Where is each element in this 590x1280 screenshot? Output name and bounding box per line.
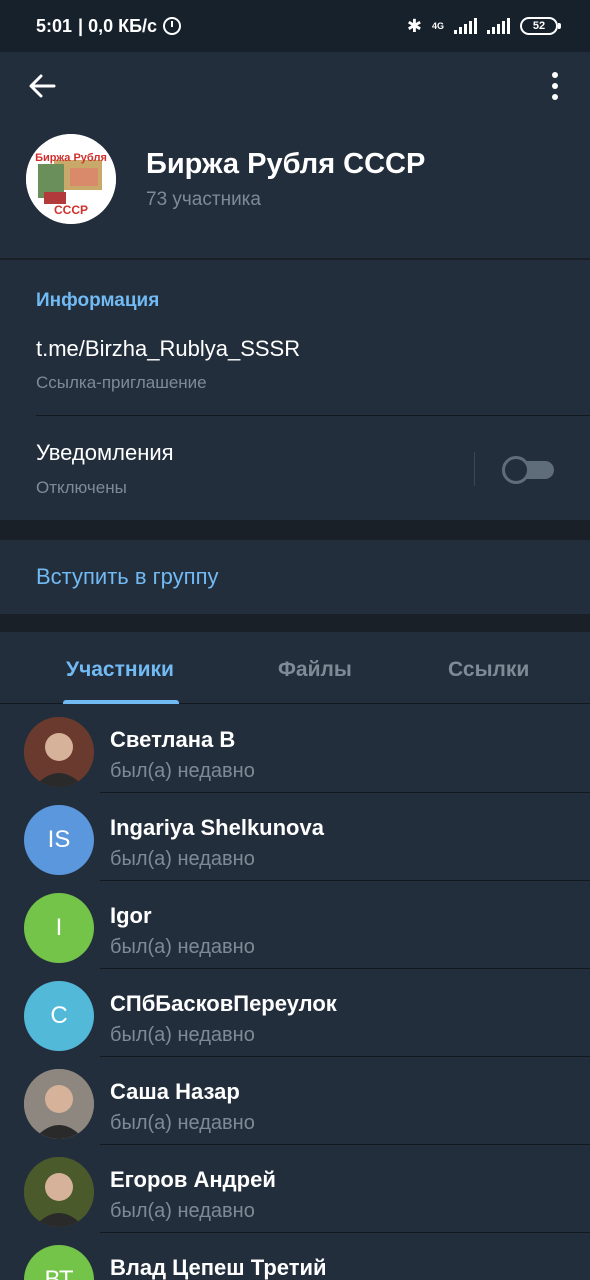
status-bar: 5:01 | 0,0 КБ/с ✱ 4G 52 [0,0,590,52]
member-row[interactable]: ВТВлад Цепеш Третийбыл(а) недавно [0,1233,590,1280]
invite-link-caption: Ссылка-приглашение [36,373,207,392]
tab-members[interactable]: Участники [66,658,174,682]
member-name: Igor [110,903,152,928]
notifications-label[interactable]: Уведомления [36,440,174,466]
member-avatar [24,717,94,787]
member-last-seen: был(а) недавно [110,936,255,958]
member-name: Егоров Андрей [110,1167,276,1192]
more-options-icon[interactable] [540,66,570,106]
member-name: Саша Назар [110,1079,240,1104]
member-avatar: I [24,893,94,963]
battery-icon: 52 [520,17,561,35]
info-section: Информация t.me/Birzha_Rublya_SSSR Ссылк… [0,260,590,520]
member-count: 73 участника [146,189,261,210]
divider [36,415,590,416]
member-last-seen: был(а) недавно [110,848,255,870]
member-name: Ingariya Shelkunova [110,815,324,840]
back-arrow-icon[interactable] [22,66,62,106]
tab-links[interactable]: Ссылки [448,658,529,682]
bluetooth-icon: ✱ [406,15,422,36]
tab-files[interactable]: Файлы [278,658,352,682]
member-initials: C [50,1002,68,1029]
member-initials: I [55,914,63,941]
profile-header: Биржа Рубля СССР Биржа Рубля СССР 73 уча… [0,52,590,258]
member-row[interactable]: Саша Назар был(а) недавно [0,1057,590,1145]
member-avatar: IS [24,805,94,875]
member-last-seen: был(а) недавно [110,1024,255,1046]
member-avatar: C [24,981,94,1051]
member-last-seen: был(а) недавно [110,1112,255,1134]
member-name: СПбБасковПереулок [110,991,337,1016]
signal-icon [454,18,477,34]
member-row[interactable]: Светлана В был(а) недавно [0,705,590,793]
member-avatar: ВТ [24,1245,94,1280]
member-initials: IS [47,826,71,853]
avatar-text-bottom: СССР [54,203,88,217]
member-name: Влад Цепеш Третий [110,1255,327,1280]
join-group-button[interactable]: Вступить в группу [36,564,219,590]
member-avatar [24,1157,94,1227]
notifications-status: Отключены [36,478,127,497]
avatar-text-top: Биржа Рубля [35,152,107,164]
member-row[interactable]: C СПбБасковПереулок был(а) недавно [0,969,590,1057]
vertical-divider [474,452,475,486]
member-row[interactable]: I Igor был(а) недавно [0,881,590,969]
signal-icon-2 [487,18,510,34]
members-section: Участники Файлы Ссылки Светлана В был(а) … [0,632,590,1280]
member-row[interactable]: Егоров Андрей был(а) недавно [0,1145,590,1233]
join-section: Вступить в группу [0,540,590,614]
member-initials: ВТ [44,1266,74,1280]
member-avatar [24,1069,94,1139]
member-last-seen: был(а) недавно [110,760,255,782]
member-name: Светлана В [110,727,236,752]
notifications-toggle[interactable] [502,456,554,484]
info-heading: Информация [36,290,160,311]
member-last-seen: был(а) недавно [110,1200,255,1222]
network-type: 4G [431,20,444,31]
member-row[interactable]: IS Ingariya Shelkunova был(а) недавно [0,793,590,881]
clock: 5:01 [36,15,73,36]
active-tab-indicator [63,700,179,704]
invite-link[interactable]: t.me/Birzha_Rublya_SSSR [36,336,300,362]
group-title: Биржа Рубля СССР [146,148,426,180]
group-avatar[interactable]: Биржа Рубля СССР [26,134,116,224]
alarm-icon [163,17,182,35]
tab-bar: Участники Файлы Ссылки [0,632,590,704]
network-speed: | 0,0 КБ/с [78,15,158,36]
